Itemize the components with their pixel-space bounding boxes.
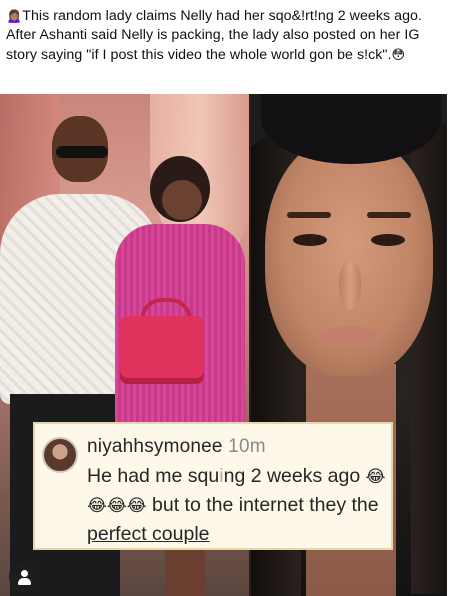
right-margin [447, 0, 451, 596]
user-icon[interactable] [9, 562, 39, 592]
comment-text-obscured: i [219, 465, 224, 487]
avatar [42, 437, 78, 473]
post-caption: 🙍🏽‍♀️This random lady claims Nelly had h… [6, 6, 444, 65]
caption-emoji: 🙍🏽‍♀️ [6, 8, 23, 23]
comment-text-part3: but to the internet they the [152, 494, 379, 516]
comment-screenshot: niyahhsymonee 10m He had me squing 2 wee… [33, 422, 393, 550]
caption-end-emoji: 😳 [391, 47, 406, 62]
caption-text: This random lady claims Nelly had her sq… [6, 8, 422, 63]
comment-time: 10m [228, 436, 266, 457]
comment-text-underlined: perfect couple [87, 523, 210, 545]
comment-username: niyahhsymonee [87, 436, 223, 457]
comment-text-part1: He had me squ [87, 465, 220, 487]
comment-text: He had me squing 2 weeks ago 😂😂😂😂 but to… [87, 462, 392, 548]
comment-header: niyahhsymonee 10m [87, 436, 266, 458]
comment-text-part2: ng 2 weeks ago [223, 465, 361, 487]
